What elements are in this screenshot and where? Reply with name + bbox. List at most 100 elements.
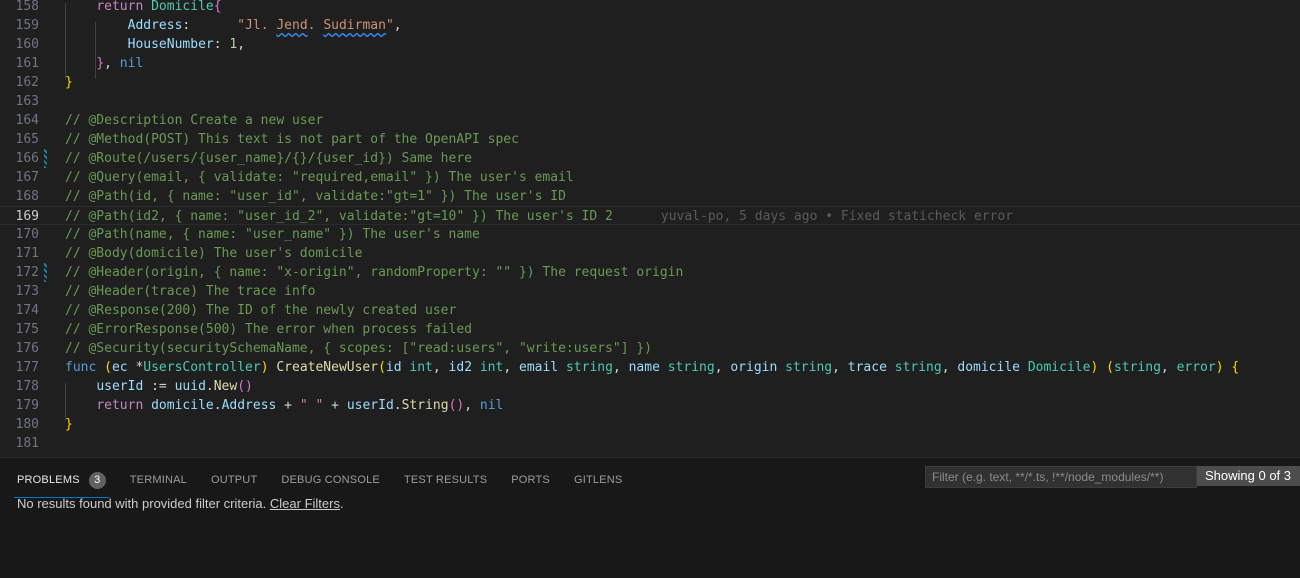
code-token: // @Method(POST) This text is not part o… xyxy=(65,132,519,147)
code-line[interactable]: 163 xyxy=(0,92,1300,111)
code-token: () xyxy=(448,398,465,413)
tab-problems[interactable]: PROBLEMS 3 xyxy=(14,468,109,498)
line-number: 159 xyxy=(15,18,39,33)
tab-test-results[interactable]: TEST RESULTS xyxy=(404,468,487,492)
code-token: , xyxy=(503,360,519,375)
code-text: // @Security(securitySchemaName, { scope… xyxy=(65,339,652,358)
code-token: int xyxy=(479,360,504,375)
git-modified-indicator[interactable] xyxy=(44,149,47,168)
code-line[interactable]: 171 // @Body(domicile) The user's domicil… xyxy=(0,244,1300,263)
line-number: 165 xyxy=(15,132,39,147)
code-token: uuid xyxy=(174,379,206,394)
problems-filter-input[interactable]: Filter (e.g. text, **/*.ts, !**/node_mod… xyxy=(925,466,1197,488)
code-text: // @Body(domicile) The user's domicile xyxy=(65,244,362,263)
code-line[interactable]: 179 return domicile.Address + " " + user… xyxy=(0,396,1300,415)
code-token: , xyxy=(1160,360,1177,375)
code-line[interactable]: 181 xyxy=(0,434,1300,453)
code-token: () xyxy=(237,379,253,394)
code-line[interactable]: 174 // @Response(200) The ID of the newly… xyxy=(0,301,1300,320)
code-token: string xyxy=(1113,360,1161,375)
code-text: return Domicile{ xyxy=(65,0,222,16)
code-token: Address xyxy=(221,398,277,413)
code-token: Jend xyxy=(276,18,308,33)
code-token: "Jl. xyxy=(237,18,277,33)
code-token: , xyxy=(832,360,848,375)
tab-gitlens[interactable]: GITLENS xyxy=(574,468,622,492)
tab-ports[interactable]: PORTS xyxy=(511,468,550,492)
code-token: . xyxy=(213,398,222,413)
tab-terminal[interactable]: TERMINAL xyxy=(130,468,187,492)
code-line[interactable]: 162} xyxy=(0,73,1300,92)
code-token: ec xyxy=(111,360,128,375)
code-token: , xyxy=(104,56,120,71)
code-line[interactable]: 167 // @Query(email, { validate: "require… xyxy=(0,168,1300,187)
code-line[interactable]: 177 func (ec *UsersController) CreateNewU… xyxy=(0,358,1300,377)
code-token: . xyxy=(393,398,402,413)
line-number: 158 xyxy=(15,0,39,14)
code-token: func xyxy=(65,360,97,375)
code-line[interactable]: 165 // @Method(POST) This text is not par… xyxy=(0,130,1300,149)
code-line[interactable]: 158 return Domicile{ xyxy=(0,0,1300,16)
code-text: // @Route(/users/{user_name}/{}/{user_id… xyxy=(65,149,472,168)
code-token: // @Path(name, { name: "user_name" }) Th… xyxy=(65,227,480,242)
code-token: id xyxy=(385,360,402,375)
code-line[interactable]: 178 userId := uuid.New() xyxy=(0,377,1300,396)
line-number: 176 xyxy=(15,341,39,356)
git-blame-annotation[interactable]: yuval-po, 5 days ago • Fixed staticheck … xyxy=(661,209,1013,224)
code-line[interactable]: 176 // @Security(securitySchemaName, { sc… xyxy=(0,339,1300,358)
code-text: // @Method(POST) This text is not part o… xyxy=(65,130,519,149)
tab-output[interactable]: OUTPUT xyxy=(211,468,257,492)
code-text: // @Query(email, { validate: "required,e… xyxy=(65,168,574,187)
code-line[interactable]: 164 // @Description Create a new user xyxy=(0,111,1300,130)
line-number: 180 xyxy=(15,417,39,432)
tab-label: GITLENS xyxy=(573,474,623,486)
code-text: // @Path(id, { name: "user_id", validate… xyxy=(65,187,566,206)
code-token: * xyxy=(127,360,144,375)
code-token: Domicile xyxy=(1027,360,1091,375)
tab-label: PROBLEMS xyxy=(17,474,80,486)
code-line[interactable]: 180} xyxy=(0,415,1300,434)
code-token: : xyxy=(182,18,238,33)
code-text: userId := uuid.New() xyxy=(65,377,253,396)
code-token: . xyxy=(205,379,214,394)
showing-count-badge: Showing 0 of 3 xyxy=(1197,466,1300,486)
line-number: 162 xyxy=(15,75,39,90)
code-line[interactable]: 170 // @Path(name, { name: "user_name" })… xyxy=(0,225,1300,244)
git-modified-indicator[interactable] xyxy=(44,263,47,282)
tab-label: TERMINAL xyxy=(129,474,187,486)
code-token: error xyxy=(1176,360,1216,375)
code-line[interactable]: 173 // @Header(trace) The trace info xyxy=(0,282,1300,301)
line-number: 163 xyxy=(15,94,39,109)
line-number: 164 xyxy=(15,113,39,128)
code-token: userId xyxy=(96,379,144,394)
clear-filters-link[interactable]: Clear Filters xyxy=(270,496,340,511)
code-line[interactable]: 160 HouseNumber: 1, xyxy=(0,35,1300,54)
code-text: // @Response(200) The ID of the newly cr… xyxy=(65,301,456,320)
code-line[interactable]: 161 }, nil xyxy=(0,54,1300,73)
code-token: // @Body(domicile) The user's domicile xyxy=(65,246,363,261)
code-line[interactable]: 168 // @Path(id, { name: "user_id", valid… xyxy=(0,187,1300,206)
code-editor[interactable]: 158 return Domicile{159 Address: "Jl. Je… xyxy=(0,0,1300,457)
indent-guide xyxy=(65,3,66,79)
code-text: // @Header(trace) The trace info xyxy=(65,282,315,301)
code-token: { xyxy=(213,0,222,14)
code-line[interactable]: 159 Address: "Jl. Jend. Sudirman", xyxy=(0,16,1300,35)
code-token: return xyxy=(96,0,144,14)
code-token: // @ErrorResponse(500) The error when pr… xyxy=(65,322,472,337)
tab-debug-console[interactable]: DEBUG CONSOLE xyxy=(281,468,380,492)
code-token: , xyxy=(714,360,731,375)
code-line[interactable]: 169 // @Path(id2, { name: "user_id_2", va… xyxy=(0,206,1300,225)
code-line[interactable]: 175 // @ErrorResponse(500) The error when… xyxy=(0,320,1300,339)
problems-message: No results found with provided filter cr… xyxy=(17,496,344,511)
code-line[interactable]: 172 // @Header(origin, { name: "x-origin"… xyxy=(0,263,1300,282)
code-line[interactable]: 166 // @Route(/users/{user_name}/{}/{user… xyxy=(0,149,1300,168)
problems-count-badge: 3 xyxy=(88,471,106,489)
